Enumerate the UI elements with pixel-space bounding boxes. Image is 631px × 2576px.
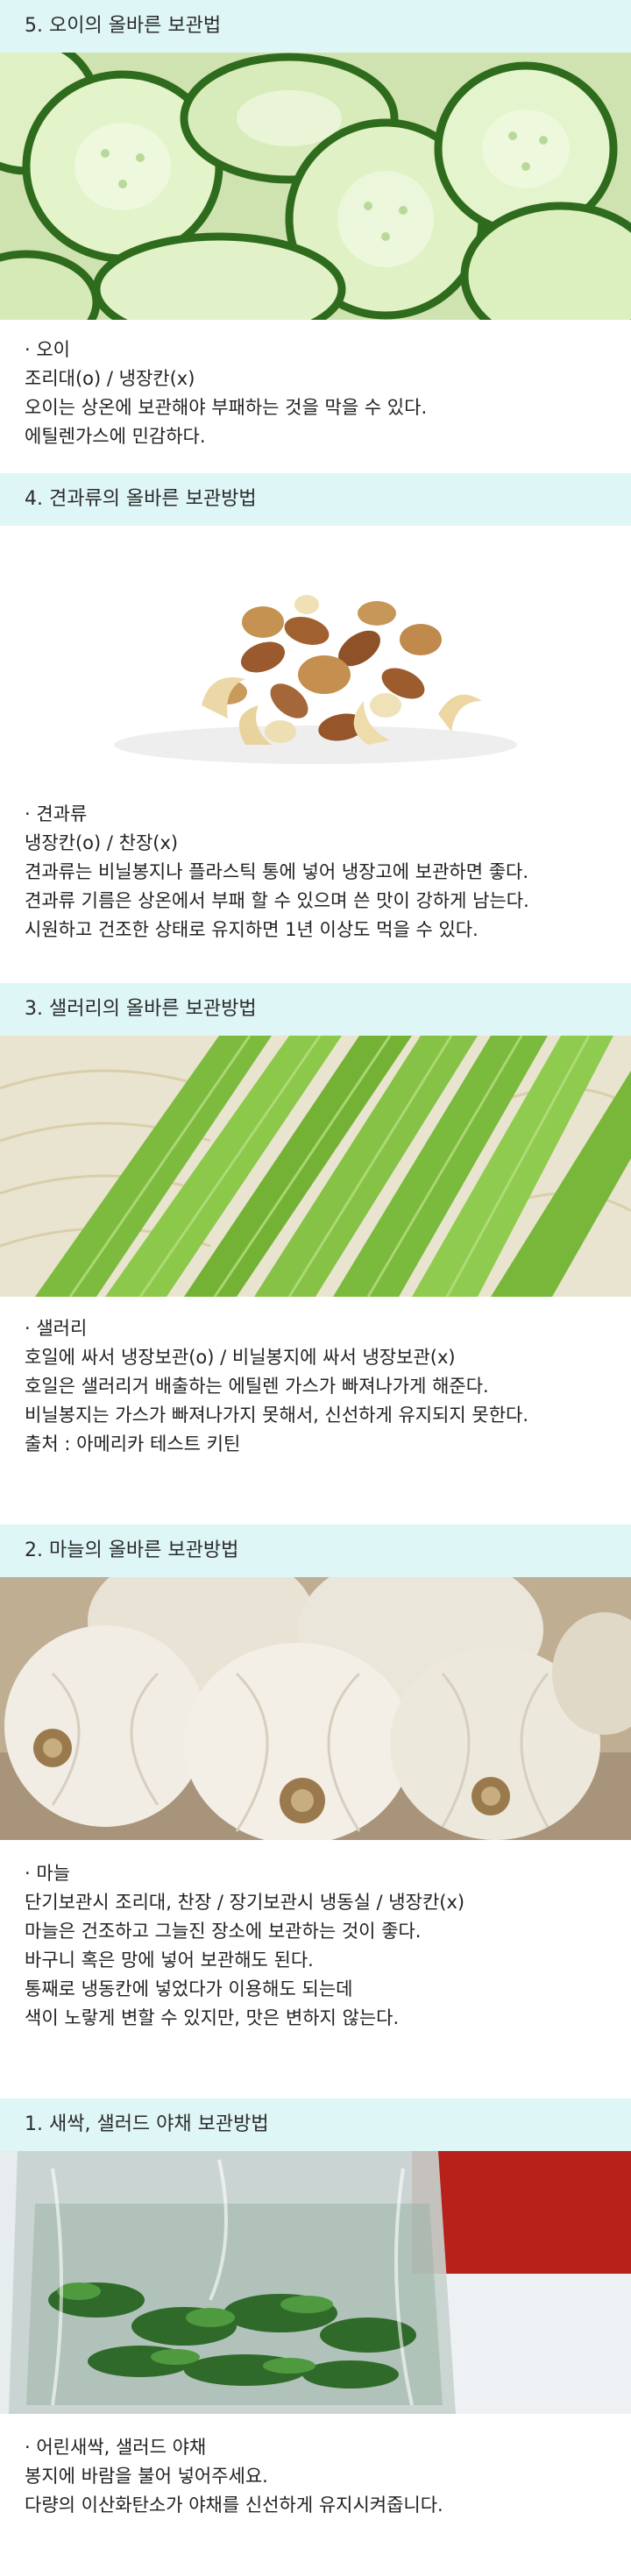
garlic-text: · 마늘 단기보관시 조리대, 찬장 / 장기보관시 냉동실 / 냉장칸(x) … bbox=[0, 1840, 631, 2033]
description-line: 견과류는 비닐봉지나 플라스틱 통에 넣어 냉장고에 보관하면 좋다. bbox=[25, 861, 529, 882]
section-header: 5. 오이의 올바른 보관법 bbox=[0, 0, 631, 53]
description-line: 마늘은 건조하고 그늘진 장소에 보관하는 것이 좋다. bbox=[25, 1921, 422, 1942]
salad-greens-text: · 어린새싹, 샐러드 야채 봉지에 바람을 불어 넣어주세요. 다량의 이산화… bbox=[0, 2414, 631, 2520]
cucumber-text: · 오이 조리대(o) / 냉장칸(x) 오이는 상온에 보관해야 부패하는 것… bbox=[0, 320, 631, 451]
item-title: · 오이 bbox=[25, 339, 70, 360]
mixed-nuts-photo bbox=[0, 526, 631, 784]
description-line: 봉지에 바람을 불어 넣어주세요. bbox=[25, 2466, 268, 2487]
garlic-bulbs-photo bbox=[0, 1577, 631, 1840]
storage-rule: 조리대(o) / 냉장칸(x) bbox=[25, 368, 195, 389]
storage-rule: 냉장칸(o) / 찬장(x) bbox=[25, 832, 179, 853]
source-line: 출처 : 아메리카 테스트 키틴 bbox=[25, 1433, 241, 1454]
nuts-text: · 견과류 냉장칸(o) / 찬장(x) 견과류는 비닐봉지나 플라스틱 통에 … bbox=[0, 784, 631, 945]
storage-rule: 단기보관시 조리대, 찬장 / 장기보관시 냉동실 / 냉장칸(x) bbox=[25, 1892, 465, 1913]
item-title: · 견과류 bbox=[25, 803, 88, 824]
section-celery: 3. 샐러리의 올바른 보관방법 · 샐러리 호일에 싸서 냉장보관(o) / … bbox=[0, 983, 631, 1459]
description-line: 에틸렌가스에 민감하다. bbox=[25, 426, 206, 447]
item-title: · 샐러리 bbox=[25, 1318, 88, 1339]
section-header: 4. 견과류의 올바른 보관방법 bbox=[0, 473, 631, 526]
section-salad-greens: 1. 새싹, 샐러드 야채 보관방법 · 어린새싹, 샐러드 야채 봉지에 바람… bbox=[0, 2098, 631, 2520]
greens-in-plastic-bag-photo bbox=[0, 2151, 631, 2414]
storage-rule: 호일에 싸서 냉장보관(o) / 비닐봉지에 싸서 냉장보관(x) bbox=[25, 1347, 456, 1368]
celery-stalks-photo bbox=[0, 1036, 631, 1297]
item-title: · 마늘 bbox=[25, 1863, 70, 1884]
description-line: 오이는 상온에 보관해야 부패하는 것을 막을 수 있다. bbox=[25, 397, 428, 418]
description-line: 색이 노랗게 변할 수 있지만, 맛은 변하지 않는다. bbox=[25, 2007, 400, 2028]
section-cucumber: 5. 오이의 올바른 보관법 · 오이 조리대(o) / 냉장칸(x) 오이는 … bbox=[0, 0, 631, 451]
section-header: 1. 새싹, 샐러드 야채 보관방법 bbox=[0, 2098, 631, 2151]
description-line: 견과류 기름은 상온에서 부패 할 수 있으며 쓴 맛이 강하게 남는다. bbox=[25, 890, 529, 911]
description-line: 바구니 혹은 망에 넣어 보관해도 된다. bbox=[25, 1950, 314, 1971]
cucumber-slices-photo bbox=[0, 53, 631, 320]
item-title: · 어린새싹, 샐러드 야채 bbox=[25, 2437, 207, 2458]
description-line: 비닐봉지는 가스가 빠져나가지 못해서, 신선하게 유지되지 못한다. bbox=[25, 1405, 529, 1426]
description-line: 호일은 샐러리거 배출하는 에틸렌 가스가 빠져나가게 해준다. bbox=[25, 1376, 489, 1397]
section-garlic: 2. 마늘의 올바른 보관방법 · 마늘 단기보관시 조리대, 찬장 / 장기보… bbox=[0, 1525, 631, 2033]
section-header: 3. 샐러리의 올바른 보관방법 bbox=[0, 983, 631, 1036]
description-line: 시원하고 건조한 상태로 유지하면 1년 이상도 먹을 수 있다. bbox=[25, 919, 479, 940]
article-page: 5. 오이의 올바른 보관법 · 오이 조리대(o) / 냉장칸(x) 오이는 … bbox=[0, 0, 631, 2576]
celery-text: · 샐러리 호일에 싸서 냉장보관(o) / 비닐봉지에 싸서 냉장보관(x) … bbox=[0, 1297, 631, 1459]
section-header: 2. 마늘의 올바른 보관방법 bbox=[0, 1525, 631, 1577]
section-nuts: 4. 견과류의 올바른 보관방법 · 견과류 냉장칸(o) / 찬장(x) 견과… bbox=[0, 473, 631, 945]
description-line: 통째로 냉동칸에 넣었다가 이용해도 되는데 bbox=[25, 1978, 353, 1999]
description-line: 다량의 이산화탄소가 야채를 신선하게 유지시켜줍니다. bbox=[25, 2495, 443, 2516]
